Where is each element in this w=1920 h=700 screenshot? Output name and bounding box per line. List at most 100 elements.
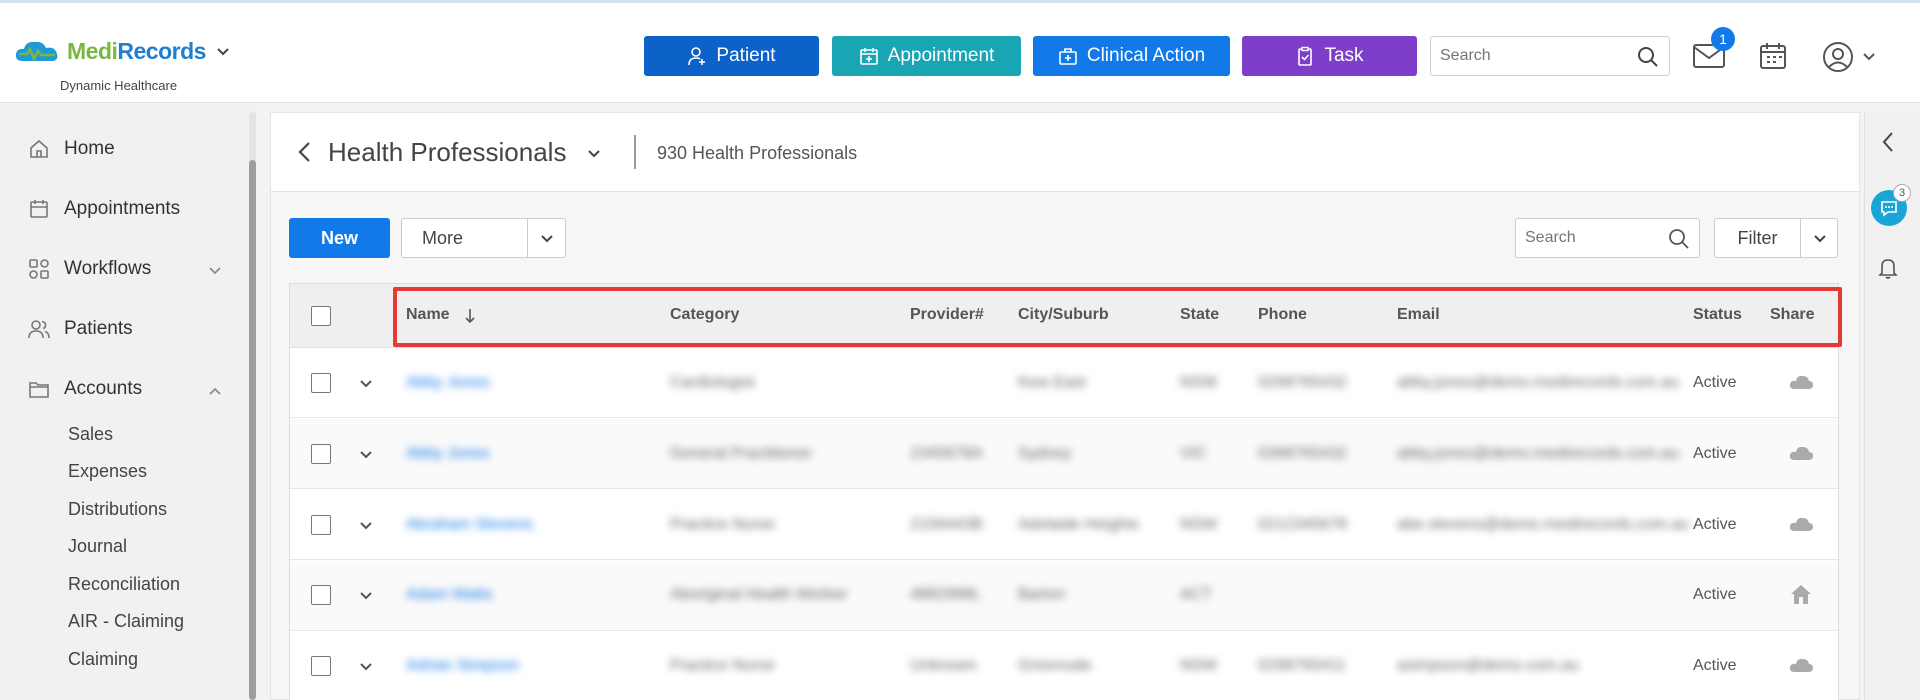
clinical-action-button[interactable]: Clinical Action xyxy=(1033,36,1230,76)
sidebar-item-appointments[interactable]: Appointments xyxy=(28,198,180,220)
record-count: 930 Health Professionals xyxy=(657,143,858,163)
sidebar-item-accounts[interactable]: Accounts xyxy=(28,378,142,400)
new-task-button[interactable]: Task xyxy=(1242,36,1417,76)
page-header: Health Professionals 930 Health Professi… xyxy=(271,113,1859,192)
sidebar-subitem-sales[interactable]: Sales xyxy=(68,424,113,445)
row-checkbox[interactable] xyxy=(311,373,331,393)
user-avatar-icon[interactable] xyxy=(1822,41,1854,73)
chevron-down-icon[interactable] xyxy=(359,660,373,674)
sidebar-item-label: Patients xyxy=(64,318,133,339)
brand-name-part1: Medi xyxy=(67,38,118,64)
more-dropdown-button[interactable] xyxy=(528,218,566,258)
search-icon[interactable] xyxy=(1668,228,1690,250)
sidebar-subitem-reconciliation[interactable]: Reconciliation xyxy=(68,574,180,595)
table-row[interactable]: Abraham Stevens Practice Nurse 2156443B … xyxy=(290,490,1838,560)
cell-phone: 0398765432 xyxy=(1258,445,1347,462)
cell-name[interactable]: Abby Jones xyxy=(406,445,490,463)
sidebar-scrollbar-thumb[interactable] xyxy=(249,160,256,700)
column-header-status[interactable]: Status xyxy=(1693,306,1742,324)
column-header-city[interactable]: City/Suburb xyxy=(1018,306,1109,324)
cell-name[interactable]: Adrian Simpson xyxy=(406,657,519,675)
chevron-down-icon[interactable] xyxy=(359,448,373,462)
row-checkbox[interactable] xyxy=(311,515,331,535)
list-search[interactable] xyxy=(1515,218,1700,258)
more-button[interactable]: More xyxy=(401,218,528,258)
chevron-up-icon[interactable] xyxy=(208,384,222,398)
sidebar-subitem-air-claiming[interactable]: AIR - Claiming xyxy=(68,611,184,632)
sidebar-subitem-expenses[interactable]: Expenses xyxy=(68,461,147,482)
back-arrow-icon[interactable] xyxy=(295,140,313,164)
table-header: Name Category Provider# City/Suburb Stat… xyxy=(290,284,1838,348)
page-title[interactable]: Health Professionals xyxy=(328,137,566,168)
filter-dropdown-button[interactable] xyxy=(1801,218,1838,258)
row-checkbox[interactable] xyxy=(311,444,331,464)
sidebar-subitem-journal[interactable]: Journal xyxy=(68,536,127,557)
calendar-icon[interactable] xyxy=(1758,41,1788,71)
column-header-category[interactable]: Category xyxy=(670,306,739,324)
cloud-logo-icon xyxy=(15,41,58,62)
cell-category: Cardiologist xyxy=(670,374,755,391)
search-icon[interactable] xyxy=(1637,46,1659,68)
sidebar-item-patients[interactable]: Patients xyxy=(28,318,133,340)
filter-button[interactable]: Filter xyxy=(1714,218,1801,258)
home-icon xyxy=(1791,585,1811,604)
cell-provider: Unknown xyxy=(910,657,977,674)
cell-phone: 0298765432 xyxy=(1258,374,1347,391)
table-row[interactable]: Abby Jones Cardiologist Kew East NSW 029… xyxy=(290,348,1838,418)
column-header-phone[interactable]: Phone xyxy=(1258,306,1307,324)
chevron-down-icon[interactable] xyxy=(1862,50,1876,64)
cell-state: ACT xyxy=(1180,586,1212,603)
column-header-state[interactable]: State xyxy=(1180,306,1219,324)
chevron-down-icon[interactable] xyxy=(216,45,230,59)
column-header-provider[interactable]: Provider# xyxy=(910,306,984,324)
cell-name[interactable]: Abraham Stevens xyxy=(406,516,533,534)
cell-city: Greenvale xyxy=(1018,657,1092,674)
table-row[interactable]: Abby Jones General Practitioner 2345678A… xyxy=(290,419,1838,489)
column-header-name[interactable]: Name xyxy=(406,306,450,324)
sidebar-subitem-distributions[interactable]: Distributions xyxy=(68,499,167,520)
cell-email: abe.stevens@demo.medirecords.com.au xyxy=(1397,516,1689,533)
row-checkbox[interactable] xyxy=(311,585,331,605)
cell-email: asimpson@demo.com.au xyxy=(1397,657,1579,674)
table-row[interactable]: Adam Watts Aboriginal Health Worker 4882… xyxy=(290,561,1838,631)
column-header-share: Share xyxy=(1770,306,1815,323)
bell-icon[interactable] xyxy=(1877,256,1899,280)
new-appointment-button[interactable]: Appointment xyxy=(832,36,1021,76)
chevron-down-icon[interactable] xyxy=(359,519,373,533)
brand-logo[interactable]: MediRecords xyxy=(13,38,230,65)
table-row[interactable]: Adrian Simpson Practice Nurse Unknown Gr… xyxy=(290,632,1838,700)
sort-descending-icon[interactable] xyxy=(464,307,476,325)
global-search[interactable] xyxy=(1430,36,1670,76)
chevron-down-icon[interactable] xyxy=(587,147,601,161)
cell-state: NSW xyxy=(1180,657,1218,674)
folder-icon xyxy=(29,382,49,398)
sidebar-item-home[interactable]: Home xyxy=(28,138,115,160)
cell-phone: 0212345678 xyxy=(1258,516,1347,533)
global-search-input[interactable] xyxy=(1431,37,1621,75)
cell-state: VIC xyxy=(1180,445,1207,462)
cell-name[interactable]: Abby Jones xyxy=(406,374,490,392)
cell-city: Kew East xyxy=(1018,374,1086,391)
new-appointment-label: Appointment xyxy=(887,45,995,66)
column-header-email[interactable]: Email xyxy=(1397,306,1440,324)
chevron-left-icon[interactable] xyxy=(1880,130,1896,154)
sidebar-item-workflows[interactable]: Workflows xyxy=(28,258,151,280)
cell-city: Adelaide Heights xyxy=(1018,516,1139,533)
cloud-icon xyxy=(1789,517,1813,531)
users-icon xyxy=(28,320,50,339)
chevron-down-icon[interactable] xyxy=(359,377,373,391)
calendar-icon xyxy=(30,200,48,218)
chevron-down-icon[interactable] xyxy=(359,589,373,603)
list-search-input[interactable] xyxy=(1516,219,1656,257)
new-patient-button[interactable]: Patient xyxy=(644,36,819,76)
select-all-checkbox[interactable] xyxy=(311,306,331,326)
cell-name[interactable]: Adam Watts xyxy=(406,586,493,604)
sidebar-item-label: Home xyxy=(64,138,115,159)
clinical-action-label: Clinical Action xyxy=(1086,45,1206,66)
new-button[interactable]: New xyxy=(289,218,390,258)
sidebar-subitem-claiming[interactable]: Claiming xyxy=(68,649,138,670)
cell-category: Practice Nurse xyxy=(670,657,775,674)
person-add-icon xyxy=(688,47,706,66)
chevron-down-icon[interactable] xyxy=(208,264,222,278)
row-checkbox[interactable] xyxy=(311,656,331,676)
